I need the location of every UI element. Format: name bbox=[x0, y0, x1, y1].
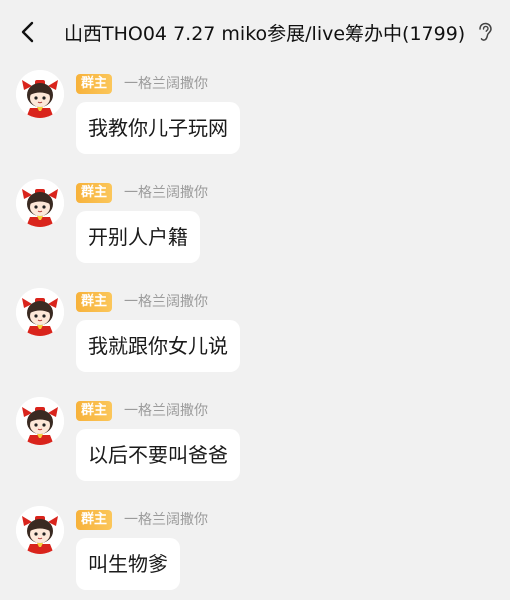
sender-name[interactable]: 一格兰阔撒你 bbox=[124, 75, 208, 93]
message-bubble[interactable]: 我教你儿子玩网 bbox=[76, 102, 240, 154]
sender-name[interactable]: 一格兰阔撒你 bbox=[124, 511, 208, 529]
avatar[interactable] bbox=[16, 397, 64, 445]
message-item: 群主 一格兰阔撒你 以后不要叫爸爸 bbox=[0, 391, 510, 491]
avatar[interactable] bbox=[16, 179, 64, 227]
message-item: 群主 一格兰阔撒你 我教你儿子玩网 bbox=[0, 64, 510, 164]
owner-badge: 群主 bbox=[76, 292, 113, 312]
avatar[interactable] bbox=[16, 288, 64, 336]
reimu-avatar-icon bbox=[16, 288, 64, 336]
top-bar: 山西THO04 7.27 miko参展/live筹办中(1799) bbox=[0, 0, 510, 64]
message-bubble[interactable]: 开别人户籍 bbox=[76, 211, 200, 263]
message-item: 群主 一格兰阔撒你 叫生物爹 bbox=[0, 500, 510, 600]
owner-badge: 群主 bbox=[76, 183, 113, 203]
back-button[interactable] bbox=[14, 18, 42, 46]
message-bubble[interactable]: 叫生物爹 bbox=[76, 538, 180, 590]
avatar[interactable] bbox=[16, 506, 64, 554]
reimu-avatar-icon bbox=[16, 70, 64, 118]
message-item: 群主 一格兰阔撒你 我就跟你女儿说 bbox=[0, 282, 510, 382]
sender-name[interactable]: 一格兰阔撒你 bbox=[124, 293, 208, 311]
reimu-avatar-icon bbox=[16, 506, 64, 554]
chat-screen: 山西THO04 7.27 miko参展/live筹办中(1799) 群主 一格兰… bbox=[0, 0, 510, 600]
ear-icon[interactable] bbox=[476, 22, 494, 42]
sender-name[interactable]: 一格兰阔撒你 bbox=[124, 402, 208, 420]
message-item: 群主 一格兰阔撒你 开别人户籍 bbox=[0, 173, 510, 273]
chat-title[interactable]: 山西THO04 7.27 miko参展/live筹办中(1799) bbox=[64, 19, 465, 46]
reimu-avatar-icon bbox=[16, 397, 64, 445]
reimu-avatar-icon bbox=[16, 179, 64, 227]
message-bubble[interactable]: 以后不要叫爸爸 bbox=[76, 429, 240, 481]
message-bubble[interactable]: 我就跟你女儿说 bbox=[76, 320, 240, 372]
owner-badge: 群主 bbox=[76, 401, 113, 421]
sender-name[interactable]: 一格兰阔撒你 bbox=[124, 184, 208, 202]
owner-badge: 群主 bbox=[76, 74, 113, 94]
avatar[interactable] bbox=[16, 70, 64, 118]
chevron-left-icon bbox=[21, 21, 34, 43]
owner-badge: 群主 bbox=[76, 510, 113, 530]
